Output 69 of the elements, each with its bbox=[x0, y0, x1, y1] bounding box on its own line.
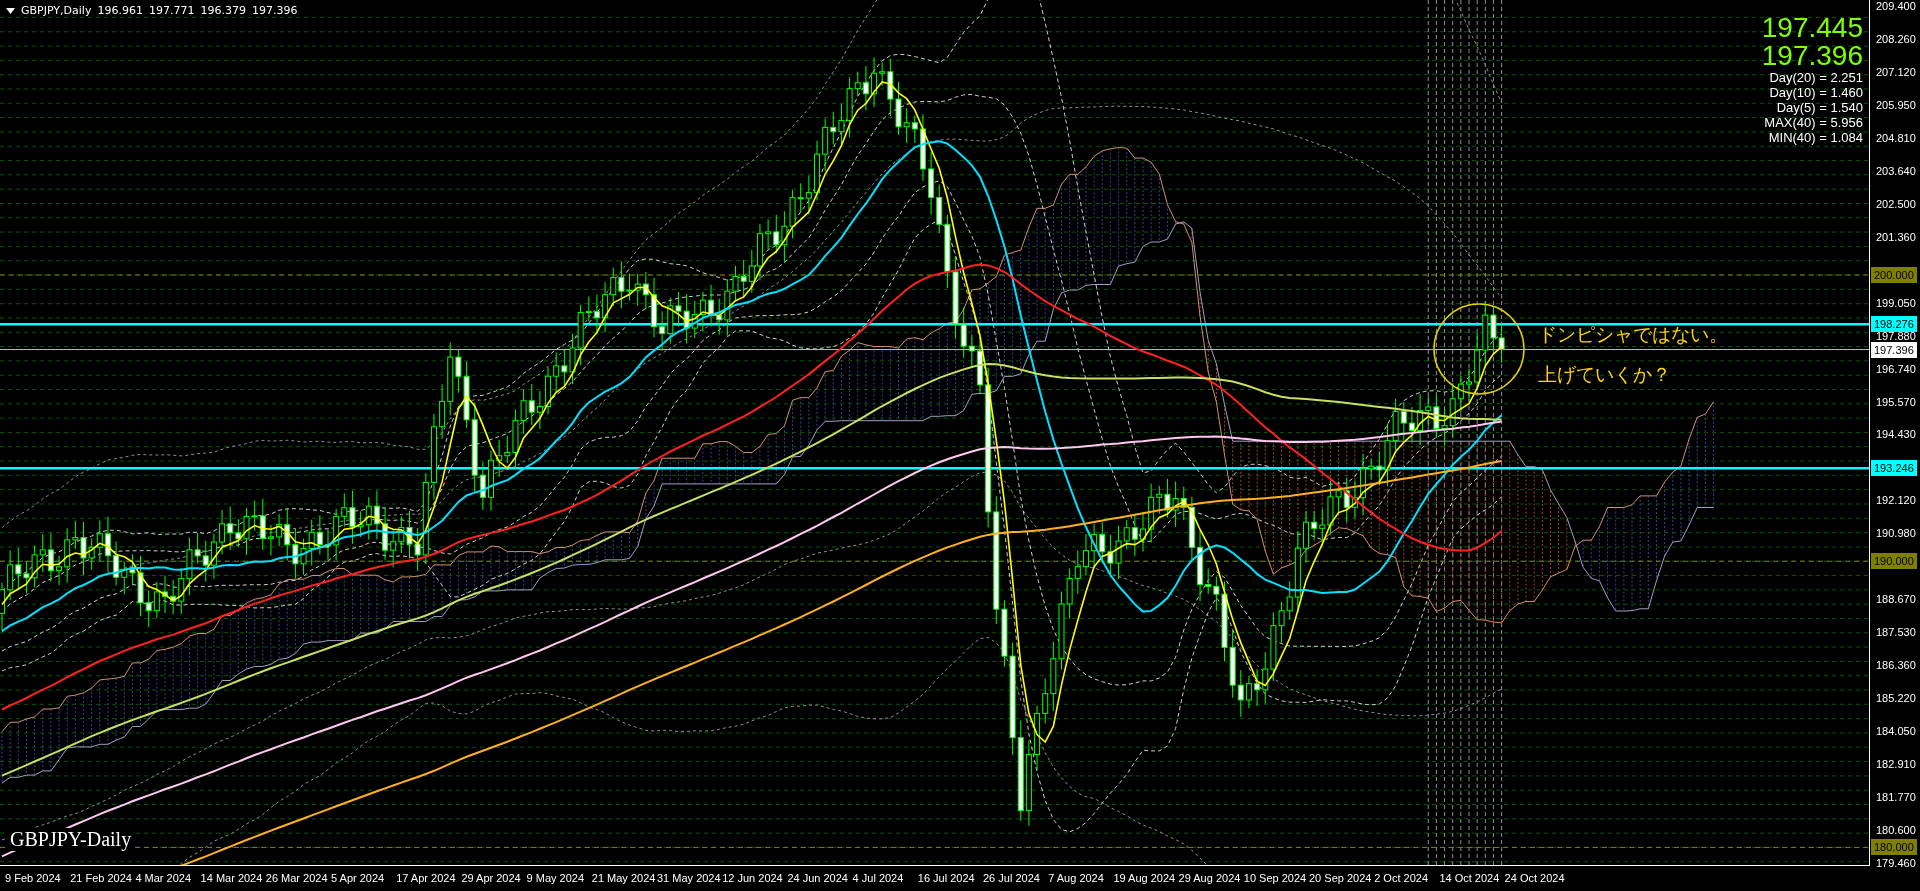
price-tag: 190.000 bbox=[1871, 553, 1917, 570]
date-axis-label: 7 Aug 2024 bbox=[1047, 872, 1104, 885]
price-axis-label: 184.050 bbox=[1876, 724, 1916, 740]
date-axis-label: 29 Aug 2024 bbox=[1177, 872, 1241, 885]
dropdown-triangle-icon[interactable] bbox=[6, 7, 15, 14]
date-axis-label: 10 Sep 2024 bbox=[1242, 872, 1307, 885]
date-axis-label: 24 Oct 2024 bbox=[1503, 872, 1565, 885]
chart-label: GBPJPY-Daily bbox=[8, 828, 134, 851]
annotation-text: 上げていくか？ bbox=[1538, 362, 1672, 387]
price-axis-label: 196.740 bbox=[1876, 361, 1916, 377]
date-axis-label: 24 Jun 2024 bbox=[786, 872, 848, 885]
price-axis-label: 209.400 bbox=[1876, 0, 1916, 14]
price-axis-label: 205.950 bbox=[1876, 97, 1916, 113]
ohlc-value: 196.961 bbox=[97, 4, 143, 17]
date-axis-label: 14 Mar 2024 bbox=[199, 872, 263, 885]
price-axis-label: 187.530 bbox=[1876, 625, 1916, 641]
ohlc-value: 196.379 bbox=[200, 4, 246, 17]
price-axis-label: 207.120 bbox=[1876, 64, 1916, 80]
price-axis-label: 180.600 bbox=[1876, 823, 1916, 838]
price-axis-label: 181.770 bbox=[1876, 790, 1916, 806]
chart-symbol: GBPJPY,Daily bbox=[21, 4, 92, 17]
range-stat: Day(10) = 1.460 bbox=[1769, 85, 1863, 100]
price-axis-label: 192.120 bbox=[1876, 493, 1916, 509]
date-axis-label: 14 Oct 2024 bbox=[1438, 872, 1500, 885]
annotation-text: ドンピシャではない。 bbox=[1538, 322, 1728, 347]
range-stat: Day(20) = 2.251 bbox=[1769, 70, 1863, 85]
ohlc-value: 197.396 bbox=[251, 4, 298, 17]
price-tag: 193.246 bbox=[1871, 460, 1917, 477]
price-tag: 180.000 bbox=[1871, 839, 1917, 856]
price-axis-label: 202.500 bbox=[1876, 196, 1916, 212]
date-axis-label: 17 Apr 2024 bbox=[395, 872, 456, 885]
date-axis-label: 12 Jun 2024 bbox=[721, 872, 783, 885]
price-quote: 197.445 bbox=[1761, 14, 1863, 42]
date-axis-label: 20 Sep 2024 bbox=[1308, 872, 1372, 885]
price-axis-label: 179.460 bbox=[1876, 855, 1916, 871]
price-axis-label: 186.360 bbox=[1876, 658, 1916, 674]
date-axis-label: 9 Feb 2024 bbox=[4, 872, 61, 885]
price-axis-label: 208.260 bbox=[1876, 31, 1916, 47]
price-axis-label: 204.810 bbox=[1876, 130, 1916, 146]
date-axis-label: 19 Aug 2024 bbox=[1112, 872, 1176, 885]
price-axis-label: 182.910 bbox=[1876, 757, 1916, 773]
date-axis-label: 29 Apr 2024 bbox=[460, 872, 521, 885]
date-axis-label: 26 Mar 2024 bbox=[264, 872, 328, 885]
price-axis-label: 203.640 bbox=[1876, 163, 1916, 179]
date-axis-label: 21 May 2024 bbox=[590, 872, 656, 885]
date-axis-label: 4 Mar 2024 bbox=[134, 872, 192, 885]
date-axis-label: 2 Oct 2024 bbox=[1373, 872, 1428, 885]
price-quote: 197.396 bbox=[1761, 42, 1863, 70]
price-axis-label: 199.050 bbox=[1876, 295, 1916, 311]
price-axis-label: 195.570 bbox=[1876, 394, 1916, 410]
price-axis-label: 188.670 bbox=[1876, 592, 1916, 608]
date-axis-label: 21 Feb 2024 bbox=[69, 872, 132, 885]
date-axis-label: 9 May 2024 bbox=[525, 872, 585, 885]
price-axis-label: 185.220 bbox=[1876, 691, 1916, 707]
price-axis-label: 190.980 bbox=[1876, 526, 1916, 542]
range-stat: MIN(40) = 1.084 bbox=[1768, 130, 1863, 145]
date-axis-label: 26 Jul 2024 bbox=[982, 872, 1040, 885]
date-axis-label: 5 Apr 2024 bbox=[330, 872, 385, 885]
price-axis-label: 194.430 bbox=[1876, 427, 1916, 443]
range-stat: MAX(40) = 5.956 bbox=[1764, 115, 1863, 130]
range-stat: Day(5) = 1.540 bbox=[1776, 100, 1863, 115]
price-tag: 200.000 bbox=[1871, 267, 1917, 283]
price-axis-label: 201.360 bbox=[1876, 229, 1916, 245]
ohlc-value: 197.771 bbox=[148, 4, 195, 17]
price-tag: 198.276 bbox=[1871, 316, 1917, 333]
price-tag: 197.396 bbox=[1871, 341, 1917, 358]
date-axis-label: 31 May 2024 bbox=[656, 872, 721, 885]
date-axis-label: 16 Jul 2024 bbox=[916, 872, 975, 885]
date-axis-label: 4 Jul 2024 bbox=[851, 872, 904, 885]
